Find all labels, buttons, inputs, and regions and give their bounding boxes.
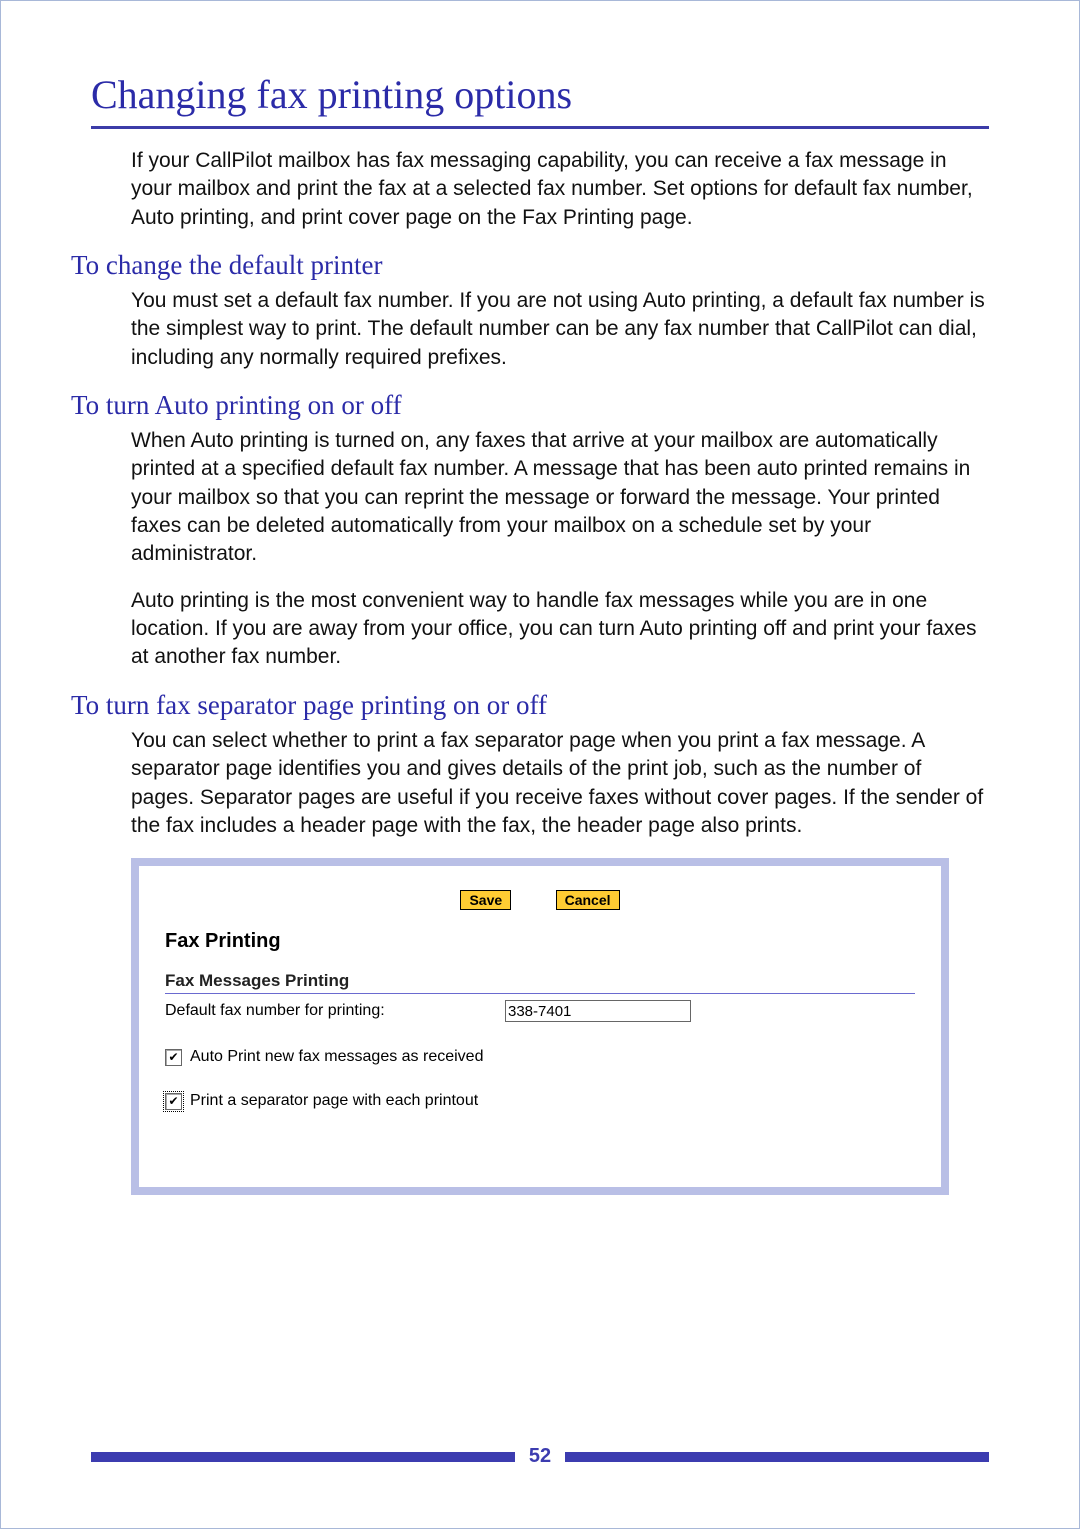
heading-default-printer: To change the default printer [71, 250, 989, 281]
page-number: 52 [529, 1445, 551, 1468]
cancel-button[interactable]: Cancel [556, 890, 620, 910]
save-button[interactable]: Save [460, 890, 511, 910]
separator-label: Print a separator page with each printou… [190, 1092, 478, 1110]
page-title: Changing fax printing options [91, 71, 989, 118]
fax-printing-panel: Save Cancel Fax Printing Fax Messages Pr… [131, 858, 949, 1195]
panel-section-label: Fax Messages Printing [165, 971, 915, 994]
paragraph: Auto printing is the most convenient way… [131, 587, 989, 672]
separator-checkbox[interactable]: ✔ [165, 1093, 182, 1110]
autoprint-row: ✔ Auto Print new fax messages as receive… [165, 1048, 915, 1066]
paragraph: When Auto printing is turned on, any fax… [131, 427, 989, 569]
default-fax-label: Default fax number for printing: [165, 1002, 505, 1020]
autoprint-checkbox[interactable]: ✔ [165, 1049, 182, 1066]
panel-title: Fax Printing [165, 930, 941, 953]
footer-bar-left [91, 1452, 515, 1462]
heading-auto-printing: To turn Auto printing on or off [71, 390, 989, 421]
panel-button-row: Save Cancel [139, 866, 941, 910]
heading-separator-page: To turn fax separator page printing on o… [71, 690, 989, 721]
intro-paragraph: If your CallPilot mailbox has fax messag… [131, 147, 989, 232]
default-fax-input[interactable] [505, 1000, 691, 1022]
page-footer: 52 [91, 1445, 989, 1468]
default-fax-row: Default fax number for printing: [165, 1000, 915, 1022]
separator-row: ✔ Print a separator page with each print… [165, 1092, 915, 1110]
footer-bar-right [565, 1452, 989, 1462]
autoprint-label: Auto Print new fax messages as received [190, 1048, 483, 1066]
paragraph: You can select whether to print a fax se… [131, 727, 989, 840]
document-page: Changing fax printing options If your Ca… [0, 0, 1080, 1529]
title-rule [91, 126, 989, 129]
paragraph: You must set a default fax number. If yo… [131, 287, 989, 372]
